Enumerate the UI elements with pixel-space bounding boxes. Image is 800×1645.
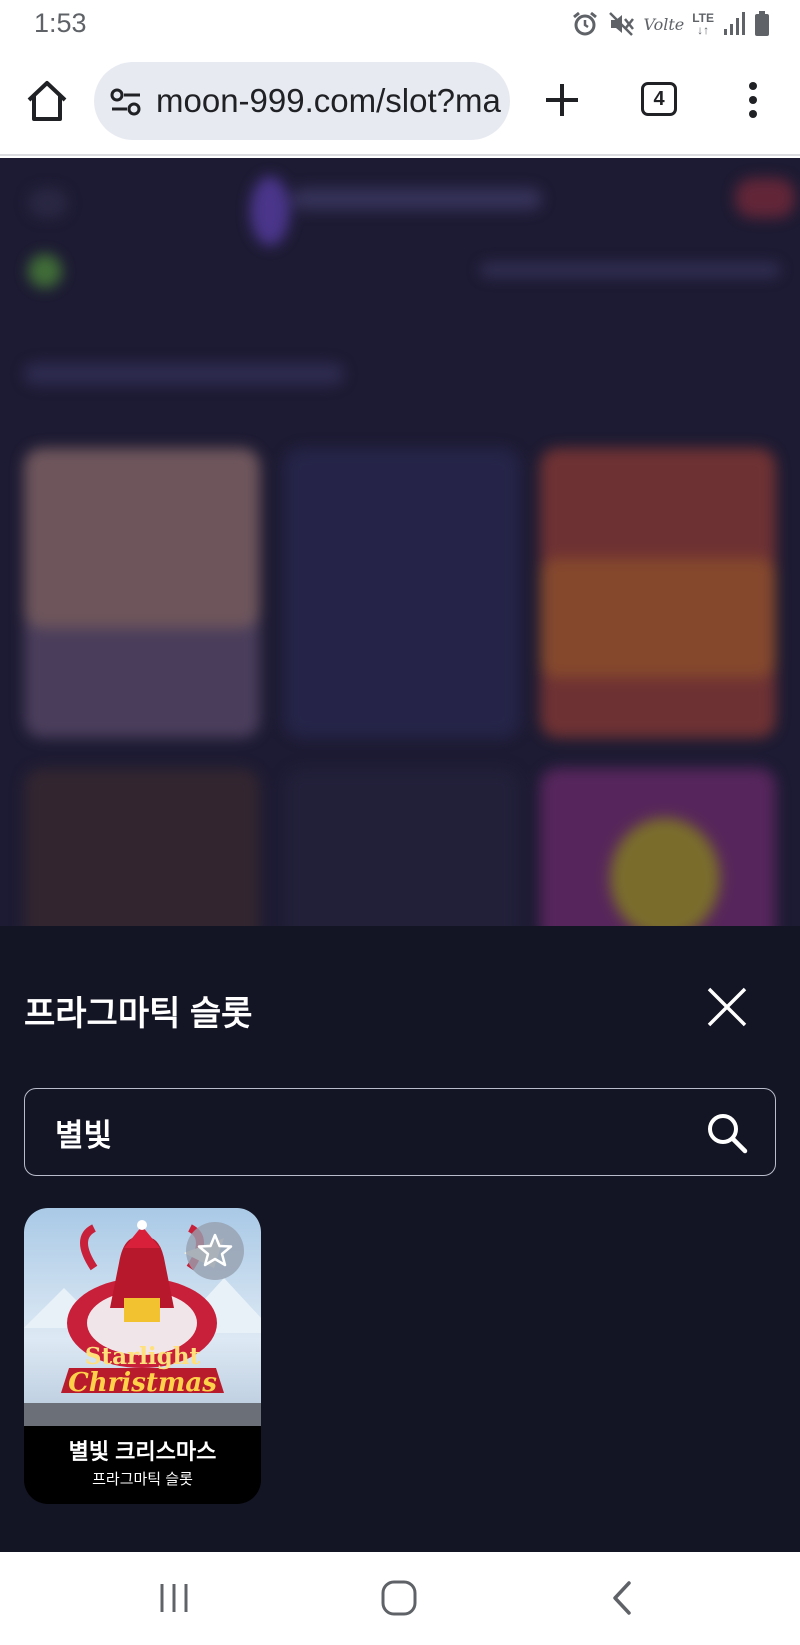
search-icon[interactable] <box>705 1111 749 1155</box>
status-time: 1:53 <box>34 8 87 38</box>
signal-icon <box>724 12 745 35</box>
search-box <box>24 1088 776 1176</box>
url-text[interactable]: moon-999.com/slot?ma <box>156 82 506 120</box>
menu-icon[interactable] <box>740 80 766 120</box>
game-name[interactable]: 별빛 크리스마스 <box>24 1434 261 1466</box>
site-settings-icon[interactable] <box>110 87 142 117</box>
game-thumbnail[interactable]: Starlight Christmas <box>24 1208 261 1426</box>
tabs-icon[interactable]: 4 <box>641 82 677 116</box>
star-icon <box>197 1233 233 1267</box>
search-sheet: 프라그마틱 슬롯 별빛 Starlight Christmas 별빛 크리스마스… <box>0 926 800 1552</box>
status-bar: 1:53 Volte LTE ↓↑ <box>0 0 800 48</box>
vibrate-off-icon <box>609 12 635 36</box>
address-bar[interactable]: moon-999.com/slot?ma <box>94 62 510 140</box>
alarm-icon <box>573 11 598 36</box>
tab-count: 4 <box>653 88 665 110</box>
close-icon[interactable] <box>706 986 748 1028</box>
back-icon[interactable] <box>601 1578 645 1618</box>
lte-icon: LTE ↓↑ <box>692 11 714 37</box>
game-card[interactable]: Starlight Christmas 별빛 크리스마스 프라그마틱 슬롯 <box>24 1208 261 1504</box>
game-logo-christmas: Christmas <box>68 1368 217 1398</box>
browser-toolbar: moon-999.com/slot?ma 4 <box>0 48 800 156</box>
home-icon[interactable] <box>24 78 70 124</box>
volte-icon: Volte <box>643 14 685 34</box>
status-icons: Volte LTE ↓↑ <box>571 10 770 38</box>
lte-label: LTE <box>692 11 714 25</box>
new-tab-icon[interactable] <box>542 80 582 120</box>
battery-icon <box>755 11 769 36</box>
navigation-bar <box>0 1552 800 1645</box>
game-logo-starlight: Starlight <box>84 1343 201 1370</box>
dimmed-page-background <box>0 158 800 926</box>
home-icon[interactable] <box>377 1578 421 1618</box>
recent-apps-icon[interactable] <box>152 1578 196 1618</box>
game-provider: 프라그마틱 슬롯 <box>92 1471 193 1488</box>
sheet-title: 프라그마틱 슬롯 <box>24 995 253 1033</box>
favorite-button[interactable] <box>186 1222 244 1280</box>
search-input[interactable] <box>55 1107 655 1157</box>
